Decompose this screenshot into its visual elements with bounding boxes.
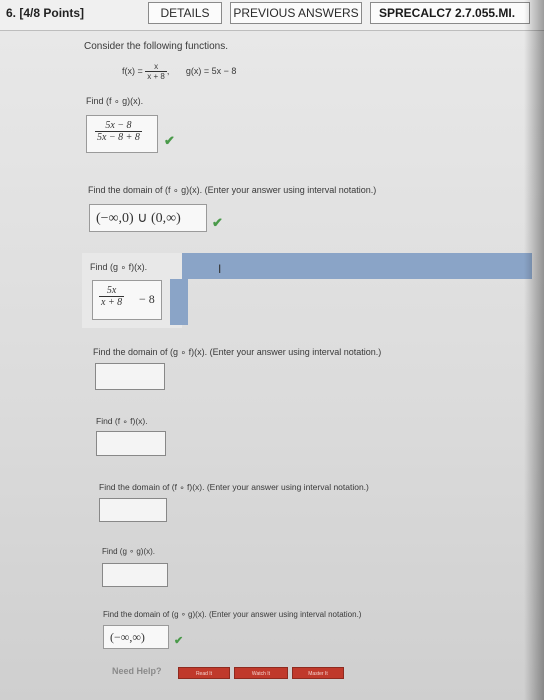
read-it-button[interactable]: Read It bbox=[178, 667, 230, 679]
function-definitions: f(x) = x x + 8 , g(x) = 5x − 8 bbox=[122, 62, 236, 81]
prompt-g-of-g: Find (g ∘ g)(x). bbox=[102, 547, 156, 556]
answer-g-of-f-numerator: 5x bbox=[99, 285, 125, 297]
question-header: 6. [4/8 Points] DETAILS PREVIOUS ANSWERS… bbox=[0, 0, 544, 31]
check-icon: ✔ bbox=[174, 635, 184, 647]
answer-domain-g-of-g-value: (−∞,∞) bbox=[110, 630, 145, 644]
details-button[interactable]: DETAILS bbox=[148, 2, 222, 24]
g-definition: g(x) = 5x − 8 bbox=[185, 65, 237, 76]
answer-domain-f-of-f[interactable] bbox=[99, 498, 167, 522]
f-lhs: f(x) = bbox=[122, 65, 143, 76]
f-numerator: x bbox=[145, 62, 167, 72]
problem-code: SPRECALC7 2.7.055.MI. bbox=[370, 2, 530, 24]
prompt-f-of-f: Find (f ∘ f)(x). bbox=[96, 416, 148, 426]
prompt-domain-g-of-f: Find the domain of (g ∘ f)(x). (Enter yo… bbox=[93, 347, 382, 357]
prompt-domain-f-of-f: Find the domain of (f ∘ f)(x). (Enter yo… bbox=[99, 482, 369, 492]
check-icon: ✔ bbox=[212, 215, 223, 230]
check-icon: ✔ bbox=[164, 133, 175, 148]
active-part-highlight-tab bbox=[170, 279, 188, 325]
watch-it-button[interactable]: Watch It bbox=[234, 667, 288, 679]
answer-domain-f-of-g-value: (−∞,0) ∪ (0,∞) bbox=[96, 211, 181, 226]
answer-g-of-g[interactable] bbox=[102, 563, 168, 587]
prompt-domain-f-of-g: Find the domain of (f ∘ g)(x). (Enter yo… bbox=[88, 185, 377, 195]
prompt-domain-g-of-g: Find the domain of (g ∘ g)(x). (Enter yo… bbox=[103, 610, 362, 619]
text-cursor-icon: I bbox=[218, 262, 222, 276]
webassign-page: 6. [4/8 Points] DETAILS PREVIOUS ANSWERS… bbox=[0, 0, 544, 700]
previous-answers-button[interactable]: PREVIOUS ANSWERS bbox=[230, 2, 362, 24]
answer-g-of-f-tail: − 8 bbox=[139, 292, 155, 306]
answer-f-of-f[interactable] bbox=[96, 431, 166, 456]
answer-g-of-f-fraction: 5x x + 8 bbox=[99, 285, 125, 308]
answer-g-of-f-denominator: x + 8 bbox=[101, 297, 123, 308]
prompt-f-of-g: Find (f ∘ g)(x). bbox=[86, 96, 144, 106]
prompt-g-of-f: Find (g ∘ f)(x). bbox=[90, 262, 148, 272]
photo-edge-shadow bbox=[524, 0, 544, 700]
master-it-button[interactable]: Master It bbox=[292, 667, 344, 679]
f-comma: , bbox=[166, 65, 170, 76]
answer-domain-g-of-f[interactable] bbox=[95, 363, 165, 390]
f-fraction: x x + 8 bbox=[145, 62, 167, 81]
f-denominator: x + 8 bbox=[147, 72, 165, 81]
answer-f-of-g-fraction: 5x − 8 5x − 8 + 8 bbox=[95, 120, 142, 143]
answer-g-of-f[interactable]: 5x x + 8 − 8 bbox=[92, 280, 162, 320]
answer-domain-g-of-g[interactable]: (−∞,∞) bbox=[103, 625, 169, 649]
intro-text: Consider the following functions. bbox=[84, 41, 228, 52]
answer-f-of-g-denominator: 5x − 8 + 8 bbox=[97, 132, 140, 143]
answer-f-of-g[interactable]: 5x − 8 5x − 8 + 8 bbox=[86, 115, 158, 153]
question-number: 6. [4/8 Points] bbox=[6, 6, 85, 20]
need-help-label: Need Help? bbox=[112, 666, 162, 676]
answer-f-of-g-numerator: 5x − 8 bbox=[95, 120, 142, 132]
answer-domain-f-of-g[interactable]: (−∞,0) ∪ (0,∞) bbox=[89, 204, 207, 232]
